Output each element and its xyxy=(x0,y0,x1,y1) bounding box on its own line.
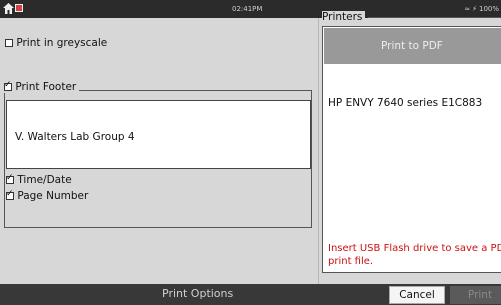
print-button[interactable]: Print xyxy=(450,286,501,304)
notification-icon[interactable] xyxy=(15,4,23,12)
battery-charging-icon: ⚡ xyxy=(472,5,477,13)
time-date-checkbox[interactable] xyxy=(6,173,14,184)
greyscale-label: Print in greyscale xyxy=(16,37,108,49)
printers-divider xyxy=(368,17,501,18)
page-number-checkbox[interactable] xyxy=(6,189,14,200)
time-date-option[interactable]: Time/Date xyxy=(6,173,72,186)
page-title: Print Options xyxy=(162,287,234,300)
printer-item-hp-envy[interactable]: HP ENVY 7640 series E1C883 xyxy=(328,97,482,109)
greyscale-option[interactable]: Print in greyscale xyxy=(5,37,107,49)
print-footer-label: Print Footer xyxy=(15,81,77,93)
print-footer-checkbox[interactable] xyxy=(4,80,12,91)
bottom-bar: Print Options Cancel Print xyxy=(0,284,501,305)
printer-item-label: Print to PDF xyxy=(381,40,443,52)
footer-text-field[interactable]: V. Walters Lab Group 4 xyxy=(6,100,311,169)
print-footer-option[interactable]: Print Footer xyxy=(4,80,80,93)
footer-text-value: V. Walters Lab Group 4 xyxy=(15,131,135,143)
status-bar: 02:41PM ≈ ⚡ 100% xyxy=(0,0,501,18)
time-date-label: Time/Date xyxy=(17,174,72,186)
cancel-button[interactable]: Cancel xyxy=(389,286,445,304)
usb-warning: Insert USB Flash drive to save a PDF pri… xyxy=(328,243,501,267)
printers-heading: Printers xyxy=(322,11,366,23)
printers-list[interactable]: Print to PDF HP ENVY 7640 series E1C883 … xyxy=(322,26,501,273)
home-icon[interactable] xyxy=(3,3,14,14)
page-number-label: Page Number xyxy=(17,190,89,202)
wifi-icon: ≈ xyxy=(464,5,471,13)
page-number-option[interactable]: Page Number xyxy=(6,189,89,202)
status-indicators: ≈ ⚡ 100% xyxy=(462,5,499,13)
greyscale-checkbox[interactable] xyxy=(5,39,13,47)
clock: 02:41PM xyxy=(232,5,263,13)
printer-item-pdf[interactable]: Print to PDF xyxy=(324,28,501,64)
battery-level: 100% xyxy=(478,5,499,13)
